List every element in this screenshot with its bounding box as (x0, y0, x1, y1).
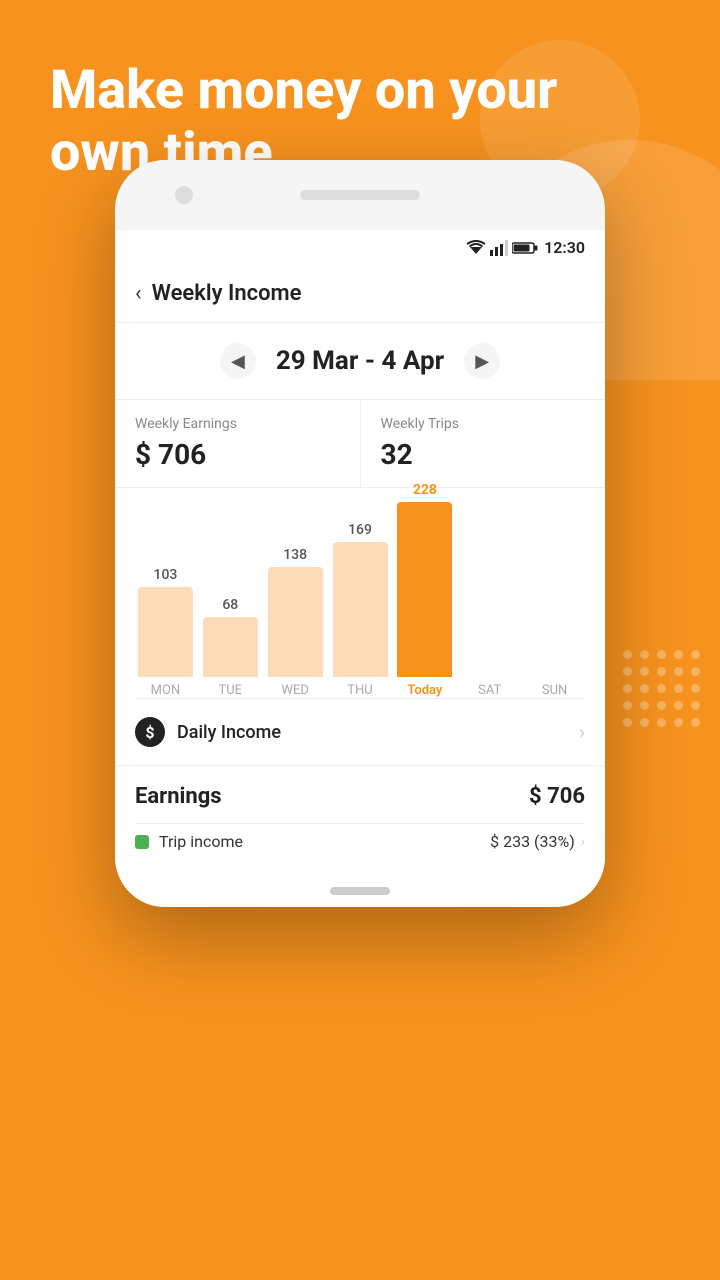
next-date-button[interactable]: ▶ (464, 343, 500, 379)
bar-col-sun: SUN (524, 498, 585, 698)
stats-row: Weekly Earnings $ 706 Weekly Trips 32 (115, 399, 605, 488)
bar-value-thu: 169 (348, 522, 372, 538)
trip-income-value: $ 233 (33%) › (490, 832, 585, 851)
trips-value: 32 (381, 438, 586, 471)
back-button[interactable]: ‹ (135, 281, 142, 306)
earnings-title: Earnings (135, 784, 222, 809)
bar-label-thu: THU (347, 683, 372, 698)
phone-bottom-bar (115, 877, 605, 907)
bar-col-today: 228 Today (394, 482, 455, 698)
bar-col-wed: 138 WED (265, 547, 326, 698)
earnings-header: Earnings $ 706 (135, 784, 585, 809)
bar-value-tue: 68 (222, 597, 238, 613)
earnings-row-trip[interactable]: Trip income $ 233 (33%) › (135, 823, 585, 859)
trip-income-chevron: › (581, 834, 585, 850)
bar-label-mon: MON (151, 683, 181, 698)
bar-today (397, 502, 452, 677)
status-icons (466, 240, 538, 256)
bar-thu (333, 542, 388, 677)
bar-col-mon: 103 MON (135, 567, 196, 698)
bar-col-sat: SAT (459, 498, 520, 698)
bar-value-mon: 103 (153, 567, 177, 583)
bar-chart: 103 MON 68 TUE 138 (115, 498, 605, 699)
trip-income-dot (135, 835, 149, 849)
bar-col-thu: 169 THU (330, 522, 391, 698)
prev-date-button[interactable]: ◀ (220, 343, 256, 379)
earnings-value: $ 706 (135, 438, 340, 471)
wifi-icon (466, 240, 486, 256)
bar-label-sat: SAT (478, 683, 501, 698)
bar-label-today: Today (407, 683, 442, 698)
status-time: 12:30 (544, 238, 585, 257)
page-root: Make money on your own time (0, 0, 720, 1280)
phone-top-bezel (115, 160, 605, 230)
phone-frame: 12:30 ‹ Weekly Income ◀ 29 Mar - 4 Apr ▶ (115, 160, 605, 907)
date-range-label: 29 Mar - 4 Apr (276, 346, 444, 376)
bar-value-wed: 138 (283, 547, 307, 563)
page-title: Weekly Income (152, 281, 302, 306)
bar-label-wed: WED (281, 683, 308, 698)
date-navigation: ◀ 29 Mar - 4 Apr ▶ (115, 323, 605, 389)
bar-label-tue: TUE (219, 683, 243, 698)
chart-bars-container: 103 MON 68 TUE 138 (125, 518, 595, 698)
bar-label-sun: SUN (542, 683, 567, 698)
earnings-row-left: Trip income (135, 832, 243, 851)
bar-wed (268, 567, 323, 677)
bar-sun (527, 502, 582, 677)
weekly-earnings-stat: Weekly Earnings $ 706 (115, 400, 361, 487)
daily-income-chevron: › (579, 720, 585, 744)
bar-value-today: 228 (413, 482, 437, 498)
phone-speaker (300, 190, 420, 200)
earnings-total: $ 706 (529, 784, 585, 809)
status-bar: 12:30 (115, 230, 605, 265)
phone-mockup: 12:30 ‹ Weekly Income ◀ 29 Mar - 4 Apr ▶ (0, 180, 720, 907)
earnings-label: Weekly Earnings (135, 416, 340, 432)
daily-income-row[interactable]: $ Daily Income › (115, 699, 605, 766)
app-content: ‹ Weekly Income ◀ 29 Mar - 4 Apr ▶ Weekl… (115, 265, 605, 877)
signal-icon (490, 240, 508, 256)
trip-income-label: Trip income (159, 832, 243, 851)
bar-sat (462, 502, 517, 677)
trips-label: Weekly Trips (381, 416, 586, 432)
bar-tue (203, 617, 258, 677)
dollar-icon: $ (135, 717, 165, 747)
bar-mon (138, 587, 193, 677)
earnings-section: Earnings $ 706 Trip income $ 233 (33%) › (115, 766, 605, 877)
daily-income-label: Daily Income (177, 722, 281, 743)
home-indicator (330, 887, 390, 895)
header-bar: ‹ Weekly Income (115, 265, 605, 323)
phone-camera (175, 186, 193, 204)
weekly-trips-stat: Weekly Trips 32 (361, 400, 606, 487)
daily-income-left: $ Daily Income (135, 717, 281, 747)
battery-icon (512, 241, 538, 255)
bar-col-tue: 68 TUE (200, 597, 261, 698)
